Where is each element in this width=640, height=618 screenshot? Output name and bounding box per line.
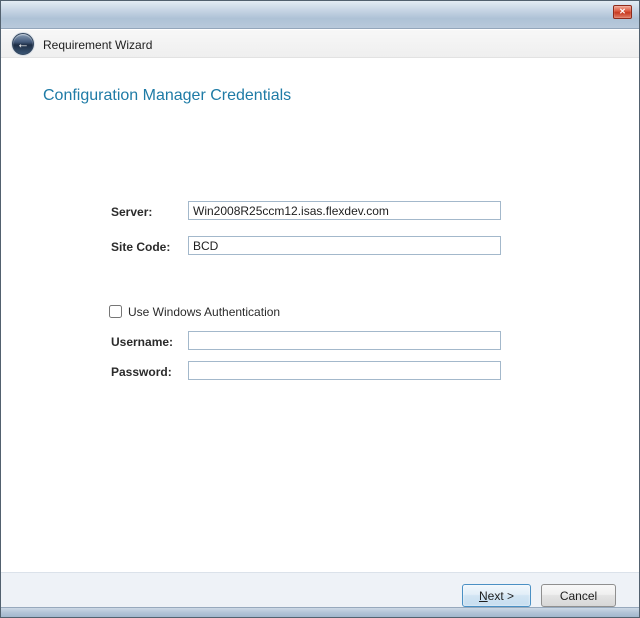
server-label: Server:: [111, 205, 152, 219]
wizard-header: ← Requirement Wizard: [1, 30, 639, 58]
back-icon: ←: [17, 37, 30, 50]
site-code-input[interactable]: [188, 236, 501, 255]
back-button[interactable]: ←: [12, 33, 34, 55]
username-input[interactable]: [188, 331, 501, 350]
windows-auth-label[interactable]: Use Windows Authentication: [128, 305, 280, 319]
cancel-button[interactable]: Cancel: [541, 584, 616, 607]
wizard-window: ✕ ← Requirement Wizard Configuration Man…: [0, 0, 640, 618]
close-button[interactable]: ✕: [613, 5, 632, 19]
wizard-title: Requirement Wizard: [43, 38, 152, 52]
password-input[interactable]: [188, 361, 501, 380]
password-label: Password:: [111, 365, 172, 379]
footer-bar: Next > Cancel: [1, 572, 639, 609]
server-input[interactable]: [188, 201, 501, 220]
site-code-label: Site Code:: [111, 240, 170, 254]
next-button-mnemonic: N: [479, 589, 488, 603]
username-label: Username:: [111, 335, 173, 349]
next-button[interactable]: Next >: [462, 584, 531, 607]
windows-auth-checkbox[interactable]: [109, 305, 122, 318]
bottom-edge: [1, 607, 639, 617]
title-bar[interactable]: ✕: [1, 1, 639, 29]
next-button-label-rest: ext >: [488, 589, 514, 603]
page-title: Configuration Manager Credentials: [43, 87, 291, 105]
close-icon: ✕: [619, 7, 626, 16]
